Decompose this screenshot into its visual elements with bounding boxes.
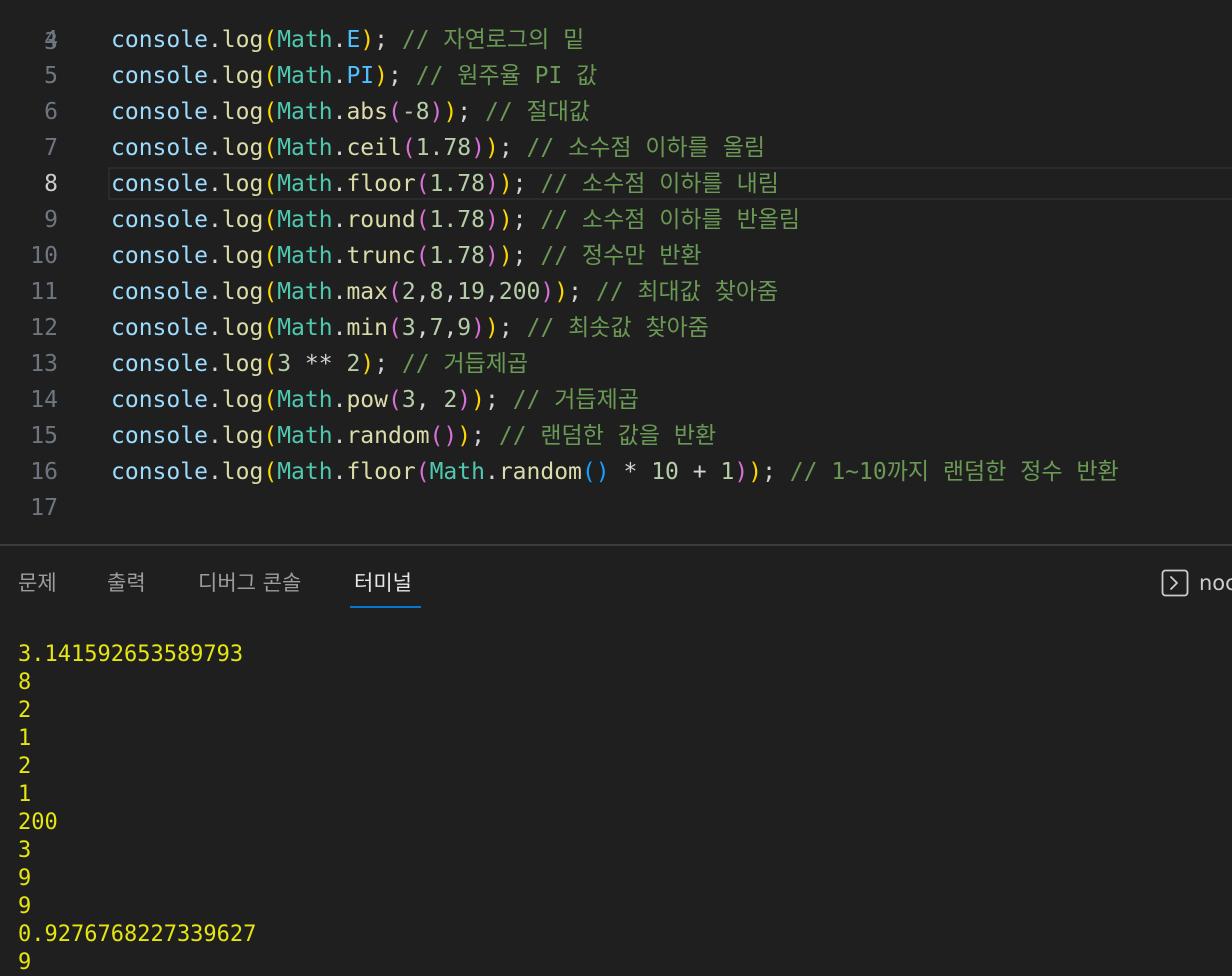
code-text: console.log(Math.trunc(1.78)); // 정수만 반환 xyxy=(111,243,702,269)
line-number: 5 xyxy=(44,63,58,89)
line-number: 15 xyxy=(30,423,58,449)
code-line[interactable]: 6 console.log(Math.abs(-8)); // 절대값 xyxy=(0,94,1232,130)
line-number: 17 xyxy=(30,495,58,521)
code-line[interactable]: 14 console.log(Math.pow(3, 2)); // 거듭제곱 xyxy=(0,382,1232,418)
tab-debug-console[interactable]: 디버그 콘솔 xyxy=(198,566,301,600)
line-number: 12 xyxy=(30,315,58,341)
code-comment: // 절대값 xyxy=(485,99,591,125)
terminal-name: noc xyxy=(1199,571,1232,595)
line-number: 14 xyxy=(30,387,58,413)
code-comment: // 정수만 반환 xyxy=(540,243,702,269)
code-line[interactable]: 13 console.log(3 ** 2); // 거듭제곱 xyxy=(0,346,1232,382)
code-line[interactable]: 10 console.log(Math.trunc(1.78)); // 정수만 … xyxy=(0,238,1232,274)
code-text: console.log(3 ** 2); // 거듭제곱 xyxy=(111,351,529,377)
tab-terminal[interactable]: 터미널 xyxy=(354,566,412,600)
code-comment: // 최솟값 찾아줌 xyxy=(526,315,709,341)
code-comment: // 최대값 찾아줌 xyxy=(595,279,779,305)
code-text: console.log(Math.ceil(1.78)); // 소수점 이하를… xyxy=(111,135,766,161)
terminal-output-line: 1 xyxy=(18,782,32,807)
terminal-output-line: 2 xyxy=(18,754,32,779)
code-text: console.log(Math.pow(3, 2)); // 거듭제곱 xyxy=(111,387,639,413)
code-comment: // 소수점 이하를 반올림 xyxy=(540,207,801,233)
line-number: 7 xyxy=(44,135,58,161)
terminal-output-line: 9 xyxy=(18,894,32,919)
code-text: console.log(Math.max(2,8,19,200)); // 최대… xyxy=(111,279,779,305)
terminal-output-line: 0.9276768227339627 xyxy=(18,922,257,947)
code-text: console.log(Math.PI); // 원주율 PI 값 xyxy=(111,63,598,89)
code-comment: // 소수점 이하를 올림 xyxy=(526,135,766,161)
line-number: 4 xyxy=(44,27,58,53)
code-text: console.log(Math.min(3,7,9)); // 최솟값 찾아줌 xyxy=(111,315,709,341)
terminal-icon xyxy=(1161,569,1189,597)
code-line[interactable]: 9 console.log(Math.round(1.78)); // 소수점 이… xyxy=(0,202,1232,238)
code-text: console.log(Math.abs(-8)); // 절대값 xyxy=(111,99,591,125)
code-comment: // 소수점 이하를 내림 xyxy=(540,171,779,197)
line-number: 6 xyxy=(44,99,58,125)
code-line: 3 xyxy=(0,0,1232,55)
active-tab-indicator xyxy=(350,606,421,608)
code-line[interactable]: 4 console.log(Math.E); // 자연로그의 밑 xyxy=(0,22,1232,58)
code-text: console.log(Math.round(1.78)); // 소수점 이하… xyxy=(111,207,801,233)
terminal-output-line: 9 xyxy=(18,950,32,975)
terminal-output[interactable]: 3.141592653589793 8 2 1 2 1 200 3 9 9 0.9276768227… xyxy=(18,641,1218,976)
terminal-output-line: 8 xyxy=(18,670,32,695)
line-number: 11 xyxy=(30,279,58,305)
line-number: 13 xyxy=(30,351,58,377)
code-line[interactable]: 15 console.log(Math.random()); // 랜덤한 값을 … xyxy=(0,418,1232,454)
code-editor[interactable]: 3 4 console.log(Math.E); // 자연로그의 밑 5 conso… xyxy=(0,0,1232,544)
code-text: console.log(Math.floor(1.78)); // 소수점 이하… xyxy=(111,171,779,197)
tab-problems[interactable]: 문제 xyxy=(18,566,57,600)
code-text: console.log(Math.random()); // 랜덤한 값을 반환 xyxy=(111,423,717,449)
code-comment: // 거듭제곱 xyxy=(512,387,639,413)
bottom-panel: 문제 출력 디버그 콘솔 터미널 noc 3.141592653589793 8 2… xyxy=(0,544,1232,976)
code-line[interactable]: 8 console.log(Math.floor(1.78)); // 소수점 이… xyxy=(0,166,1232,202)
code-text: console.log(Math.E); // 자연로그의 밑 xyxy=(111,27,585,53)
code-line[interactable]: 5 console.log(Math.PI); // 원주율 PI 값 xyxy=(0,58,1232,94)
tab-output[interactable]: 출력 xyxy=(107,566,146,600)
terminal-output-line: 3.141592653589793 xyxy=(18,642,244,667)
code-line[interactable]: 16 console.log(Math.floor(Math.random() *… xyxy=(0,454,1232,490)
terminal-output-line: 3 xyxy=(18,838,32,863)
code-line[interactable]: 12 console.log(Math.min(3,7,9)); // 최솟값 찾… xyxy=(0,310,1232,346)
line-number: 8 xyxy=(44,171,58,197)
code-comment: // 랜덤한 값을 반환 xyxy=(498,423,717,449)
code-text: console.log(Math.floor(Math.random() * 1… xyxy=(111,459,1119,485)
terminal-output-line: 200 xyxy=(18,810,58,835)
terminal-output-line: 2 xyxy=(18,698,32,723)
line-number: 16 xyxy=(30,459,58,485)
terminal-output-line: 1 xyxy=(18,726,32,751)
line-number: 9 xyxy=(44,207,58,233)
terminal-instance-button[interactable]: noc xyxy=(1161,568,1232,598)
code-comment: // 자연로그의 밑 xyxy=(401,27,585,53)
code-line[interactable]: 11 console.log(Math.max(2,8,19,200)); // … xyxy=(0,274,1232,310)
code-comment: // 거듭제곱 xyxy=(401,351,529,377)
code-comment: // 1~10까지 랜덤한 정수 반환 xyxy=(789,459,1119,485)
code-comment: // 원주율 PI 값 xyxy=(415,63,598,89)
terminal-output-line: 9 xyxy=(18,866,32,891)
line-number: 10 xyxy=(30,243,58,269)
code-line[interactable]: 7 console.log(Math.ceil(1.78)); // 소수점 이하… xyxy=(0,130,1232,166)
code-line[interactable]: 17 xyxy=(0,490,1232,526)
